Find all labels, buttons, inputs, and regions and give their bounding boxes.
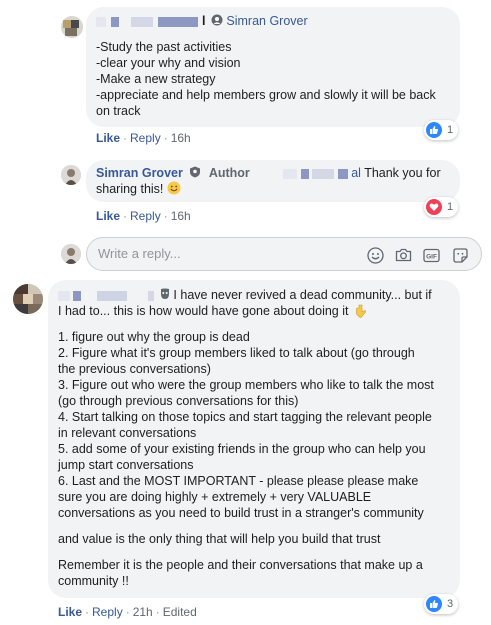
emoji-icon[interactable] [366, 246, 384, 264]
comment-text-line: -Study the past activities [96, 40, 232, 54]
comment-bubble: I have never revived a dead community...… [48, 280, 460, 598]
reply-composer[interactable]: GIF [86, 237, 482, 271]
reply-button[interactable]: Reply [130, 209, 161, 223]
comment-actions: Like · Reply · 21h · Edited [58, 605, 197, 619]
redacted-author-name [130, 16, 153, 27]
redacted-author-name [73, 290, 82, 301]
avatar-image [61, 16, 83, 38]
comment-actions: Like · Reply · 16h [96, 209, 191, 223]
comment-text-line: -appreciate and help members grow and sl… [96, 88, 436, 102]
reply-button[interactable]: Reply [92, 605, 123, 619]
comment-actions: Like · Reply · 16h [96, 131, 191, 145]
reaction-number: 1 [447, 124, 454, 136]
list-line: the previous conversations) [58, 362, 211, 376]
comment-line-2: I had to... this is how would have gone … [58, 303, 450, 319]
redacted-author-name [58, 290, 70, 301]
mention-icon [211, 14, 223, 26]
mask-icon [160, 288, 170, 300]
comment-text: I have never revived a dead community...… [173, 288, 432, 302]
gif-icon[interactable]: GIF [422, 246, 440, 264]
redacted-mention [337, 168, 348, 179]
avatar-image [61, 165, 81, 185]
comment-paragraph: and value is the only thing that will he… [58, 532, 381, 546]
sticker-icon[interactable] [451, 246, 469, 264]
list-line: in relevant conversations [58, 426, 197, 440]
avatar[interactable] [61, 16, 83, 38]
list-line: 5. add some of your existing friends in … [58, 442, 426, 456]
avatar-image [61, 244, 81, 264]
avatar-image [13, 284, 43, 314]
redacted-author-name [148, 290, 155, 301]
comment-line-1: I have never revived a dead community...… [58, 287, 450, 303]
svg-text:GIF: GIF [426, 253, 437, 260]
redacted-author-name [96, 290, 127, 301]
comment-body: -Study the past activities -clear your w… [96, 39, 450, 119]
redacted-mention [300, 168, 309, 179]
redacted-author-name [96, 16, 106, 27]
list-line: 2. Figure what it's group members liked … [58, 346, 415, 360]
like-reaction-icon [426, 596, 442, 612]
love-reaction-icon [426, 199, 442, 215]
reaction-number: 1 [447, 201, 454, 213]
reply-input[interactable] [98, 246, 348, 261]
timestamp[interactable]: 16h [171, 131, 191, 145]
list-line: 3. Figure out who were the group members… [58, 378, 434, 392]
avatar[interactable] [13, 284, 43, 314]
list-line: 4. Start talking on those topics and sta… [58, 410, 432, 424]
redacted-author-name [158, 16, 199, 27]
comment-text-line: on track [96, 104, 141, 118]
timestamp[interactable]: 16h [171, 209, 191, 223]
reaction-count[interactable]: 1 [424, 197, 459, 217]
list-line: sure you are doing highly + extremely + … [58, 490, 372, 504]
comment-paragraph: community !! [58, 574, 129, 588]
list-line: conversations as you need to build trust… [58, 506, 424, 520]
comment-text-line: -Make a new strategy [96, 72, 216, 86]
reaction-count[interactable]: 1 [424, 120, 459, 140]
comment-paragraph: Remember it is the people and their conv… [58, 558, 423, 572]
author-badge: Author [208, 166, 250, 180]
edited-label[interactable]: Edited [163, 605, 197, 619]
like-button[interactable]: Like [58, 605, 82, 619]
list-line: (go through previous conversations for t… [58, 394, 299, 408]
avatar[interactable] [61, 165, 81, 185]
list-line: 6. Last and the MOST IMPORTANT - please … [58, 474, 419, 488]
redacted-mention [312, 168, 335, 179]
smile-emoji-icon [167, 181, 181, 195]
comment-text: I had to... this is how would have gone … [58, 304, 349, 318]
camera-icon[interactable] [394, 246, 412, 264]
reply-button[interactable]: Reply [130, 131, 161, 145]
shield-icon [189, 166, 201, 178]
comment-text: Thank you for [364, 166, 441, 180]
list-line: jump start conversations [58, 458, 194, 472]
like-button[interactable]: Like [96, 209, 120, 223]
like-reaction-icon [426, 122, 442, 138]
author-name[interactable]: Simran Grover [96, 166, 183, 180]
timestamp[interactable]: 21h [133, 605, 153, 619]
comment-text-line: -clear your why and vision [96, 56, 241, 70]
comment-text: sharing this! [96, 182, 164, 196]
like-button[interactable]: Like [96, 131, 120, 145]
comment-bubble: Simran Grover Author al Thank you for sh… [86, 160, 460, 202]
mention-link[interactable]: Simran Grover [226, 14, 307, 28]
reaction-count[interactable]: 3 [424, 594, 459, 614]
comment-header: l Simran Grover [96, 13, 450, 31]
list-line: 1. figure out why the group is dead [58, 330, 250, 344]
reaction-number: 3 [447, 598, 454, 610]
comment-list: 1. figure out why the group is dead 2. F… [58, 329, 450, 521]
comment-bubble: l Simran Grover -Study the past activiti… [86, 7, 460, 127]
current-user-avatar [61, 244, 81, 264]
redacted-author-name [111, 16, 120, 27]
mention-suffix[interactable]: al [351, 166, 361, 180]
pointing-down-emoji-icon [354, 304, 368, 318]
comment-line-2: sharing this! [96, 181, 450, 197]
author-suffix: l [201, 14, 206, 28]
comment-line-1: Simran Grover Author al Thank you for [96, 165, 450, 181]
redacted-mention [283, 168, 298, 179]
